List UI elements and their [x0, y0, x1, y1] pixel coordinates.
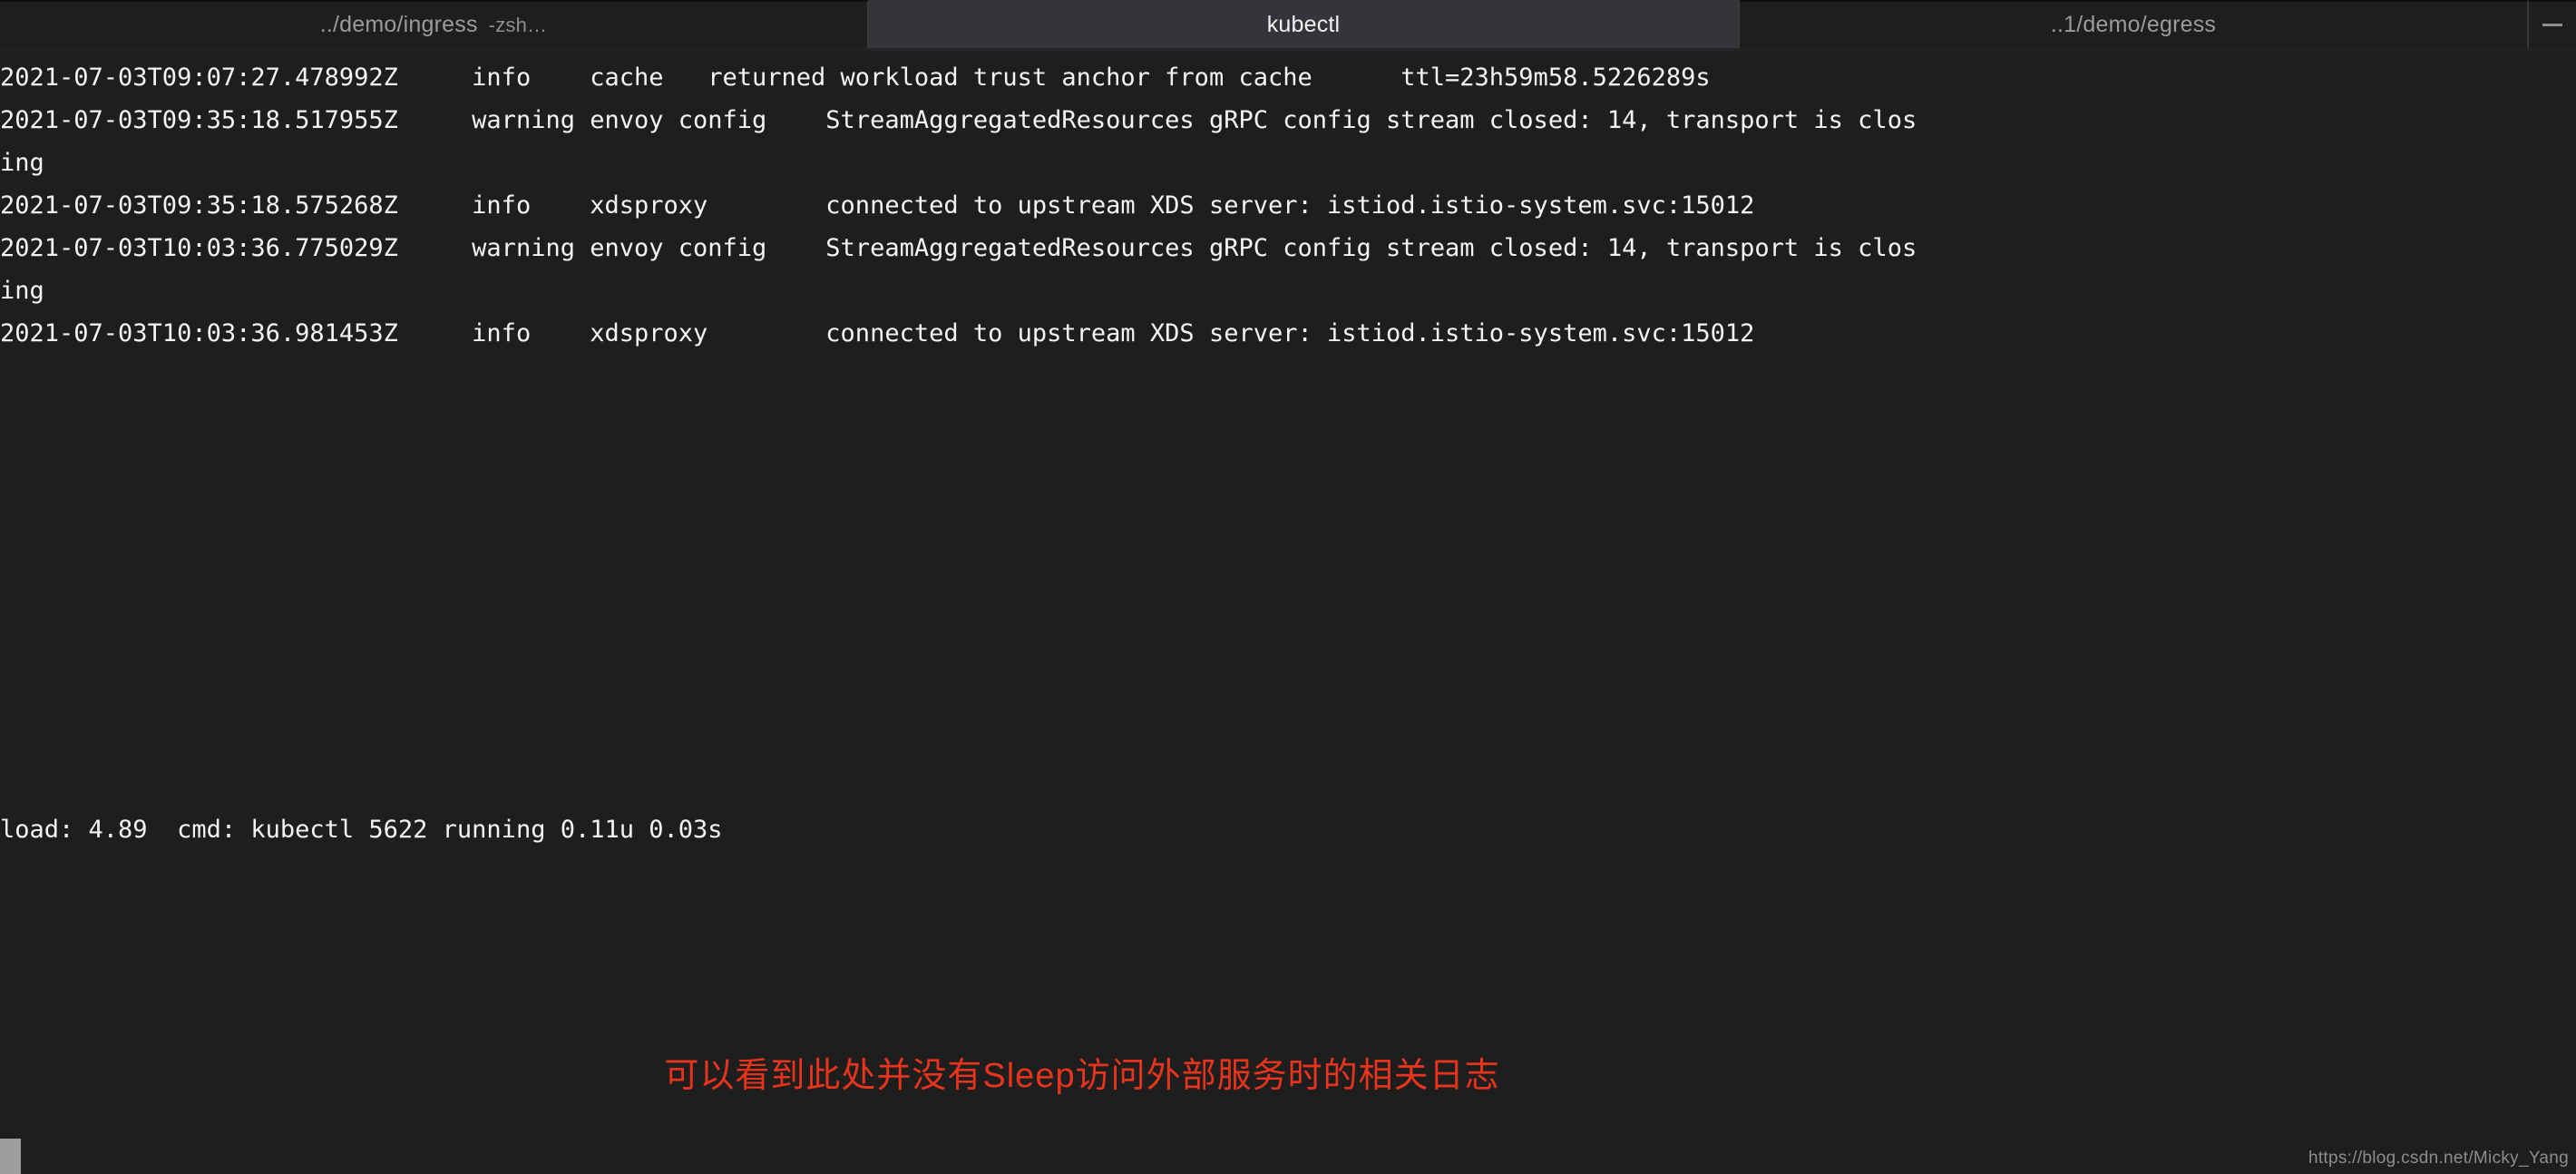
red-annotation-text: 可以看到此处并没有Sleep访问外部服务时的相关日志 — [0, 1047, 2576, 1097]
minus-icon — [2542, 24, 2562, 26]
tab-demo-ingress[interactable]: ../demo/ingress -zsh… — [0, 0, 869, 48]
terminal-tab-bar: ../demo/ingress -zsh… kubectl ..1/demo/e… — [0, 0, 2576, 51]
terminal-body[interactable]: 2021-07-03T09:07:27.478992Z info cache r… — [0, 51, 2576, 1174]
tab-subtitle: -zsh… — [488, 13, 548, 36]
terminal-log-output: 2021-07-03T09:07:27.478992Z info cache r… — [0, 64, 1917, 347]
blog-watermark: https://blog.csdn.net/Micky_Yang — [2308, 1149, 2569, 1168]
tab-kubectl[interactable]: kubectl — [869, 0, 1740, 48]
terminal-status-line: load: 4.89 cmd: kubectl 5622 running 0.1… — [0, 816, 723, 844]
tab-title: ../demo/ingress — [319, 12, 478, 37]
tab-title: ..1/demo/egress — [2050, 12, 2217, 37]
annotation-label: 可以看到此处并没有Sleep访问外部服务时的相关日志 — [664, 1057, 1500, 1095]
tab-overflow[interactable] — [2529, 0, 2576, 48]
tab-title: kubectl — [1266, 12, 1341, 37]
tab-demo-egress[interactable]: ..1/demo/egress — [1740, 0, 2529, 48]
block-cursor — [0, 1139, 21, 1174]
